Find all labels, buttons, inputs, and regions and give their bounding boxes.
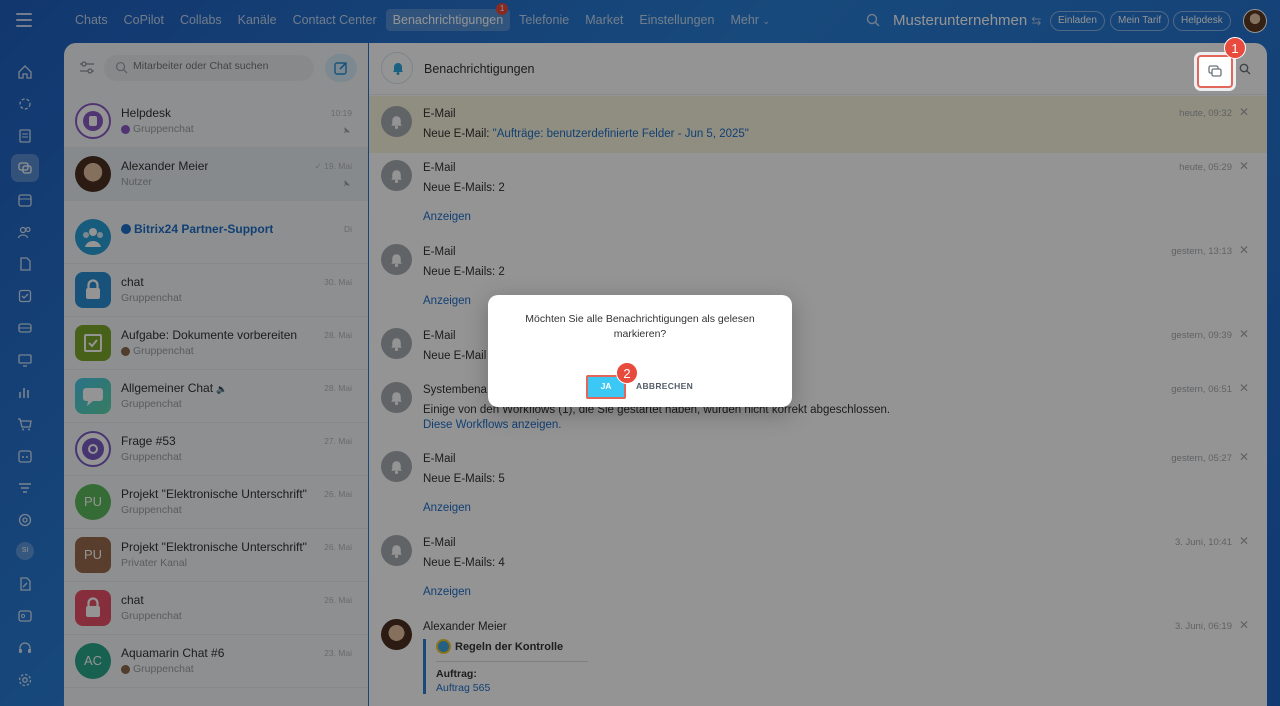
mark-all-read-button-highlight[interactable] bbox=[1197, 55, 1233, 88]
step-marker-2: 2 bbox=[616, 362, 638, 384]
mark-read-icon bbox=[1208, 65, 1222, 77]
confirm-dialog: Möchten Sie alle Benachrichtigungen als … bbox=[488, 295, 792, 407]
step-marker-1: 1 bbox=[1224, 37, 1246, 59]
dialog-message: Möchten Sie alle Benachrichtigungen als … bbox=[525, 313, 755, 340]
cancel-button[interactable]: ABBRECHEN bbox=[636, 381, 693, 391]
